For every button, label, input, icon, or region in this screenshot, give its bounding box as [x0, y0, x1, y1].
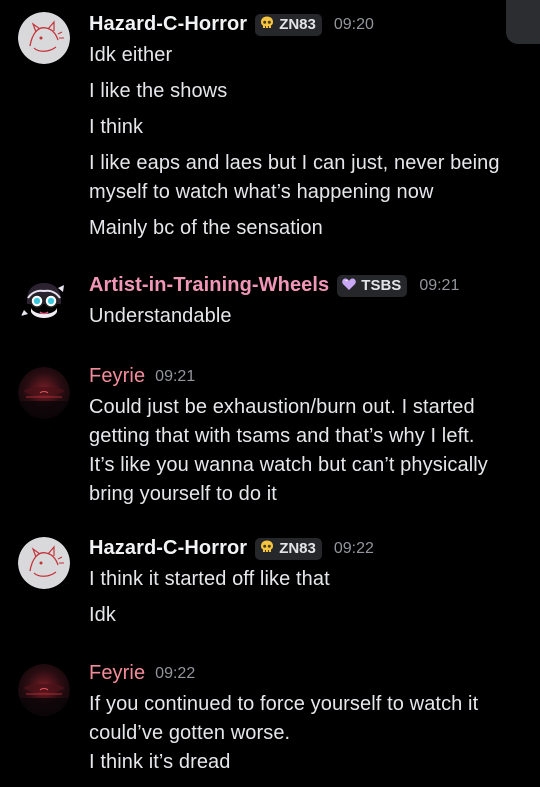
server-tag[interactable]: ZN83 — [255, 537, 322, 560]
username[interactable]: Artist-in-Training-Wheels — [89, 274, 329, 297]
timestamp: 09:20 — [333, 15, 374, 33]
heart-icon — [341, 276, 357, 296]
tag-label: ZN83 — [279, 16, 316, 33]
message-text: myself to watch what’s happening now — [89, 181, 434, 203]
message-text: Idk — [89, 604, 116, 626]
tag-label: ZN83 — [279, 540, 316, 557]
avatar-hazard[interactable] — [18, 537, 70, 589]
server-tag[interactable]: ZN83 — [255, 13, 322, 36]
message-header: Hazard-C-Horror ZN83 09:22 — [89, 537, 374, 560]
scroll-handle[interactable] — [506, 0, 540, 44]
message-header: Hazard-C-Horror ZN83 09:20 — [89, 13, 374, 36]
message-text: could’ve gotten worse. — [89, 722, 291, 744]
message-text: bring yourself to do it — [89, 483, 277, 505]
skull-icon — [259, 15, 275, 35]
server-tag[interactable]: TSBS — [337, 274, 408, 297]
message-text: getting that with tsams and that’s why I… — [89, 425, 475, 447]
timestamp: 09:22 — [333, 539, 374, 557]
username[interactable]: Hazard-C-Horror — [89, 537, 247, 560]
message-header: Artist-in-Training-Wheels TSBS 09:21 — [89, 274, 459, 297]
username[interactable]: Feyrie — [89, 365, 145, 388]
message-text: I think it started off like that — [89, 568, 330, 590]
timestamp: 09:21 — [419, 276, 460, 294]
timestamp: 09:22 — [155, 664, 196, 682]
username[interactable]: Feyrie — [89, 662, 145, 685]
message-text: It’s like you wanna watch but can’t phys… — [89, 454, 488, 476]
message-text: I like eaps and laes but I can just, nev… — [89, 152, 500, 174]
message-text: Idk either — [89, 44, 173, 66]
username[interactable]: Hazard-C-Horror — [89, 13, 247, 36]
avatar-feyrie[interactable] — [18, 664, 70, 716]
message-text: If you continued to force yourself to wa… — [89, 693, 479, 715]
message-text: Mainly bc of the sensation — [89, 217, 323, 239]
avatar-feyrie[interactable] — [18, 367, 70, 419]
avatar-artist[interactable] — [18, 276, 70, 328]
message-text: Could just be exhaustion/burn out. I sta… — [89, 396, 475, 418]
message-header: Feyrie 09:21 — [89, 365, 195, 388]
timestamp: 09:21 — [155, 367, 196, 385]
message-text: I like the shows — [89, 80, 228, 102]
message-header: Feyrie 09:22 — [89, 662, 195, 685]
message-text: I think — [89, 116, 144, 138]
avatar-hazard[interactable] — [18, 12, 70, 64]
tag-label: TSBS — [361, 277, 402, 294]
message-text: Understandable — [89, 305, 232, 327]
skull-icon — [259, 539, 275, 559]
message-text: I think it’s dread — [89, 751, 231, 773]
